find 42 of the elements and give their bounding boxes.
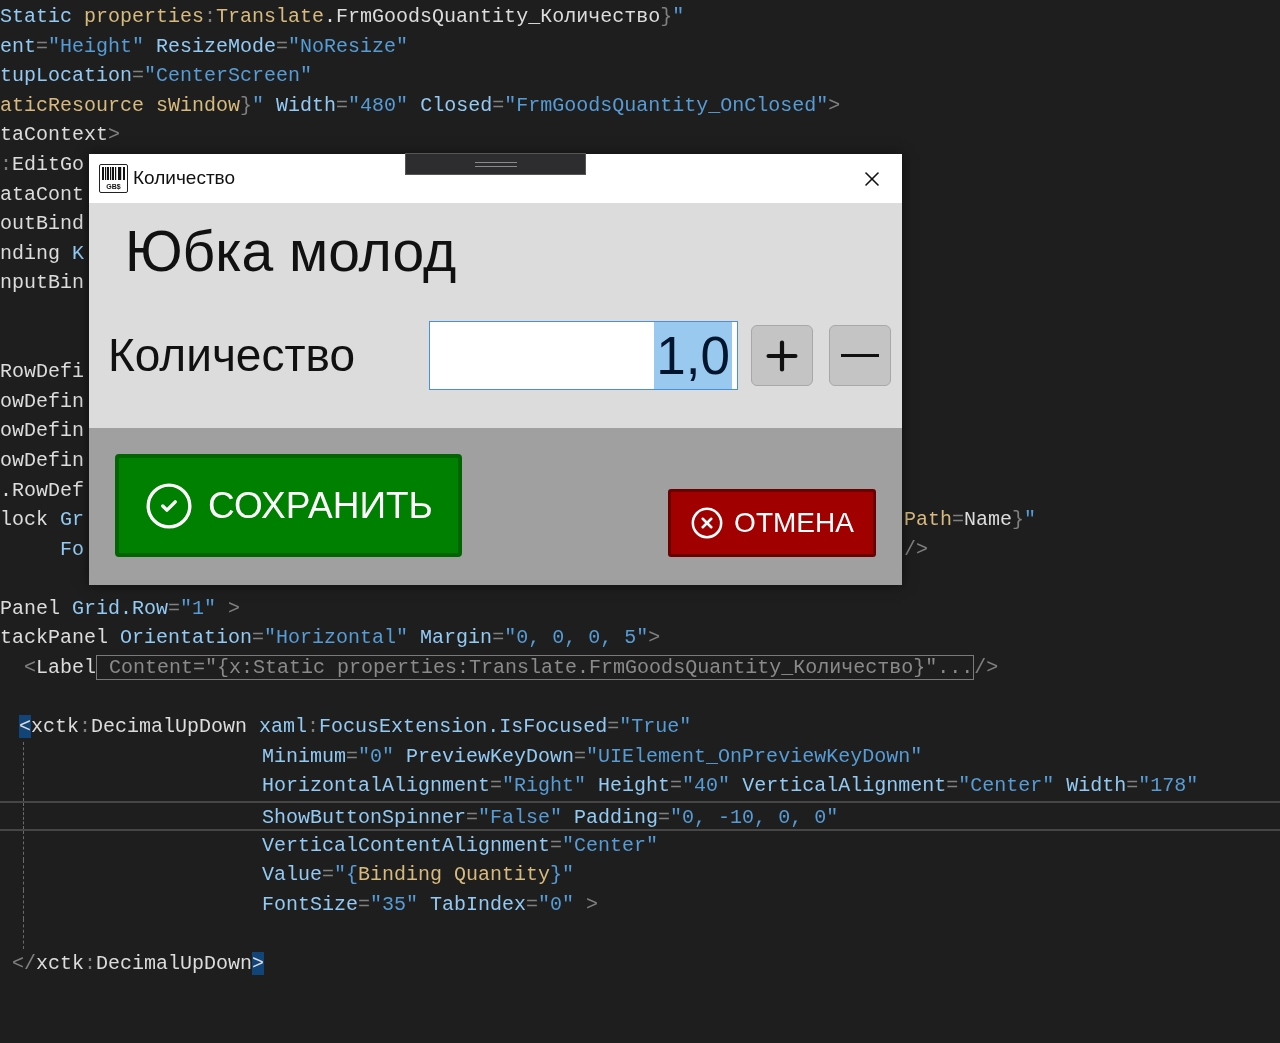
code-line: tackPanel Orientation="Horizontal" Margin="0, 0, 0, 5"> bbox=[0, 626, 661, 650]
toolbar-handle[interactable] bbox=[405, 153, 586, 175]
code-line: outBind bbox=[0, 212, 84, 236]
code-line: nding K bbox=[0, 241, 85, 265]
code-line: owDefin bbox=[0, 419, 84, 443]
minus-icon bbox=[841, 354, 879, 357]
code-line: ShowButtonSpinner="False" Padding="0, -10, 0, 0" bbox=[262, 806, 839, 830]
code-line: <xctk:DecimalUpDown xaml:FocusExtension.IsFocused="True" bbox=[18, 715, 692, 739]
code-line: ataCont bbox=[0, 182, 84, 206]
code-line: tupLocation="CenterScreen" bbox=[0, 64, 313, 88]
code-line: nputBin bbox=[0, 271, 84, 295]
code-line: lock Gr bbox=[0, 508, 85, 532]
save-button[interactable]: СОХРАНИТЬ bbox=[115, 454, 462, 557]
code-line: VerticalContentAlignment="Center" bbox=[262, 833, 659, 857]
code-line: Minimum="0" PreviewKeyDown="UIElement_OnPreviewKeyDown" bbox=[262, 744, 923, 768]
code-line: Fo bbox=[59, 537, 84, 561]
quantity-label: Количество bbox=[108, 328, 357, 383]
code-line: owDefin bbox=[0, 448, 84, 472]
code-line: </xctk:DecimalUpDown> bbox=[11, 952, 265, 975]
code-line: Panel Grid.Row="1" > bbox=[0, 596, 241, 620]
window-title: Количество bbox=[133, 166, 236, 191]
decrement-button[interactable] bbox=[829, 325, 891, 386]
code-line: ent="Height" ResizeMode="NoResize" bbox=[0, 34, 409, 58]
code-line: Path=Name}" bbox=[904, 508, 1037, 532]
code-line: HorizontalAlignment="Right" Height="40" VerticalAlignment="Center" Width="178" bbox=[262, 774, 1199, 798]
code-line: :EditGo bbox=[0, 152, 85, 176]
code-line: /> bbox=[904, 537, 928, 561]
code-line: <Label Content="{x:Static properties:Translate.FrmGoodsQuantity_Количество}".../> bbox=[23, 655, 999, 681]
cancel-button[interactable]: ОТМЕНА bbox=[668, 489, 876, 557]
code-line: owDefin bbox=[0, 389, 84, 413]
code-line: .RowDef bbox=[0, 478, 84, 502]
code-line: FontSize="35" TabIndex="0" > bbox=[262, 892, 599, 916]
code-line: Value="{Binding Quantity}" bbox=[262, 863, 575, 887]
increment-button[interactable] bbox=[751, 325, 813, 386]
code-line: RowDefi bbox=[0, 360, 84, 384]
code-line: taContext> bbox=[0, 123, 121, 147]
x-circle-icon bbox=[690, 506, 725, 540]
product-name: Юбка молод bbox=[125, 218, 457, 285]
quantity-value: 1,0 bbox=[654, 322, 732, 389]
quantity-field[interactable]: 1,0 bbox=[429, 321, 738, 390]
code-line: Static properties:Translate.FrmGoodsQuantity_Количество}" bbox=[0, 5, 685, 28]
code-line: aticResource sWindow}" Width="480" Closed="FrmGoodsQuantity_OnClosed"> bbox=[0, 93, 841, 117]
